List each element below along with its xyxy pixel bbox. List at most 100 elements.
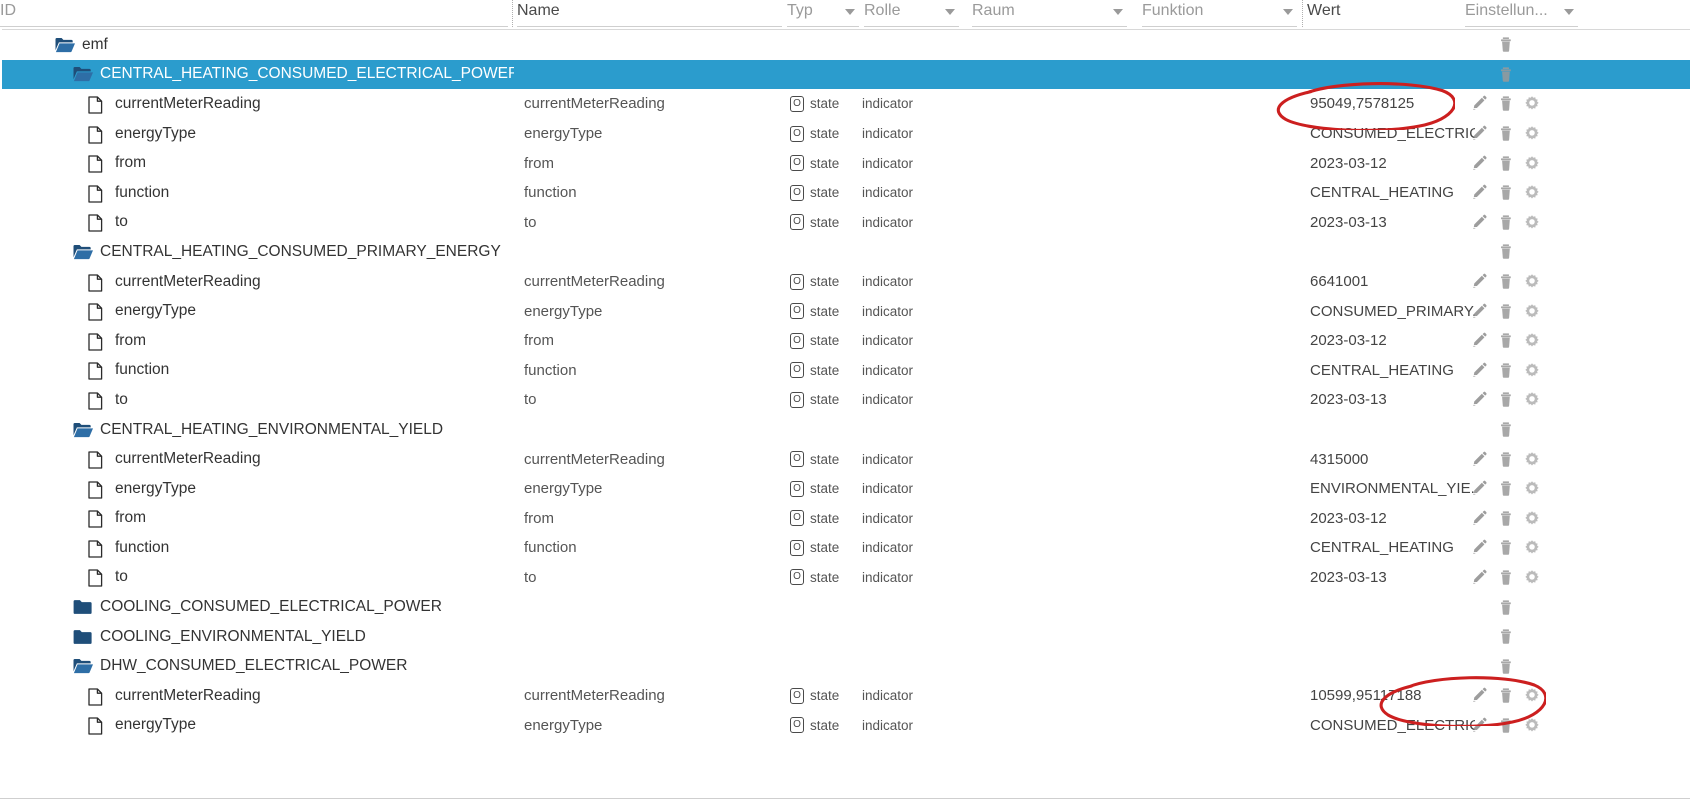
cell-id[interactable]: function (0, 178, 514, 208)
gear-icon[interactable] (1524, 510, 1540, 527)
tree-row-folder[interactable]: CENTRAL_HEATING_CONSUMED_PRIMARY_ENERGY (0, 237, 1690, 267)
gear-icon[interactable] (1524, 95, 1540, 112)
tree-row-object[interactable]: function function Ostate indicator CENTRAL_H… (0, 533, 1690, 563)
gear-icon[interactable] (1524, 303, 1540, 320)
tree-row-folder[interactable]: CENTRAL_HEATING_CONSUMED_ELECTRICAL_POWE… (0, 59, 1690, 90)
trash-icon[interactable] (1498, 480, 1514, 497)
trash-icon[interactable] (1498, 303, 1514, 320)
tree-row-object[interactable]: to to Ostate indicator 2023-03-13 (0, 385, 1690, 415)
pencil-icon[interactable] (1472, 510, 1488, 527)
cell-id[interactable]: currentMeterReading (0, 89, 514, 119)
cell-id[interactable]: from (0, 326, 514, 356)
chevron-down-icon[interactable] (1283, 9, 1293, 15)
pencil-icon[interactable] (1472, 362, 1488, 379)
cell-id[interactable]: CENTRAL_HEATING_ENVIRONMENTAL_YIELD (0, 415, 514, 445)
trash-icon[interactable] (1498, 451, 1514, 468)
pencil-icon[interactable] (1472, 391, 1488, 408)
cell-id[interactable]: function (0, 356, 514, 386)
cell-id[interactable]: function (0, 533, 514, 563)
gear-icon[interactable] (1524, 687, 1540, 704)
pencil-icon[interactable] (1472, 214, 1488, 231)
cell-id[interactable]: COOLING_CONSUMED_ELECTRICAL_POWER (0, 592, 514, 622)
chevron-down-icon[interactable] (945, 9, 955, 15)
tree-row-folder[interactable]: COOLING_CONSUMED_ELECTRICAL_POWER (0, 592, 1690, 622)
cell-id[interactable]: emf (0, 30, 514, 60)
gear-icon[interactable] (1524, 332, 1540, 349)
tree-row-folder[interactable]: DHW_CONSUMED_ELECTRICAL_POWER (0, 651, 1690, 681)
tree-row-object[interactable]: currentMeterReading currentMeterReading Os… (0, 681, 1690, 711)
tree-row-object[interactable]: from from Ostate indicator 2023-03-12 (0, 148, 1690, 178)
trash-icon[interactable] (1498, 214, 1514, 231)
trash-icon[interactable] (1498, 510, 1514, 527)
pencil-icon[interactable] (1472, 451, 1488, 468)
tree-row-object[interactable]: function function Ostate indicator CENTRAL_H… (0, 178, 1690, 208)
pencil-icon[interactable] (1472, 717, 1488, 734)
pencil-icon[interactable] (1472, 125, 1488, 142)
cell-id[interactable]: CENTRAL_HEATING_CONSUMED_PRIMARY_ENERGY (0, 237, 514, 267)
gear-icon[interactable] (1524, 451, 1540, 468)
column-filter-funktion[interactable]: Funktion (1142, 0, 1297, 27)
tree-row-object[interactable]: energyType energyType Ostate indicator CONSU… (0, 296, 1690, 326)
chevron-down-icon[interactable] (845, 9, 855, 15)
horizontal-scrollbar-track[interactable] (0, 798, 1690, 808)
trash-icon[interactable] (1498, 362, 1514, 379)
gear-icon[interactable] (1524, 184, 1540, 201)
cell-id[interactable]: to (0, 385, 514, 415)
trash-icon[interactable] (1498, 243, 1514, 260)
chevron-down-icon[interactable] (1564, 9, 1574, 15)
cell-id[interactable]: energyType (0, 474, 514, 504)
trash-icon[interactable] (1498, 125, 1514, 142)
chevron-down-icon[interactable] (1113, 9, 1123, 15)
trash-icon[interactable] (1498, 687, 1514, 704)
tree-row-object[interactable]: energyType energyType Ostate indicator CONSU… (0, 711, 1690, 741)
tree-row-object[interactable]: from from Ostate indicator 2023-03-12 (0, 326, 1690, 356)
gear-icon[interactable] (1524, 717, 1540, 734)
pencil-icon[interactable] (1472, 303, 1488, 320)
column-filter-id[interactable]: ID (0, 0, 508, 27)
trash-icon[interactable] (1498, 569, 1514, 586)
trash-icon[interactable] (1498, 658, 1514, 675)
cell-id[interactable]: from (0, 148, 514, 178)
tree-row-object[interactable]: function function Ostate indicator CENTRAL_H… (0, 356, 1690, 386)
column-filter-typ[interactable]: Typ (787, 0, 859, 27)
cell-id[interactable]: CENTRAL_HEATING_CONSUMED_ELECTRICAL_POWE… (0, 60, 514, 90)
cell-id[interactable]: energyType (0, 119, 514, 149)
cell-id[interactable]: currentMeterReading (0, 267, 514, 297)
gear-icon[interactable] (1524, 539, 1540, 556)
pencil-icon[interactable] (1472, 569, 1488, 586)
trash-icon[interactable] (1498, 717, 1514, 734)
cell-id[interactable]: from (0, 504, 514, 534)
gear-icon[interactable] (1524, 569, 1540, 586)
trash-icon[interactable] (1498, 332, 1514, 349)
trash-icon[interactable] (1498, 66, 1514, 83)
tree-row-object[interactable]: energyType energyType Ostate indicator CONSU… (0, 119, 1690, 149)
pencil-icon[interactable] (1472, 273, 1488, 290)
cell-id[interactable]: energyType (0, 296, 514, 326)
pencil-icon[interactable] (1472, 480, 1488, 497)
pencil-icon[interactable] (1472, 95, 1488, 112)
tree-row-folder[interactable]: COOLING_ENVIRONMENTAL_YIELD (0, 622, 1690, 652)
gear-icon[interactable] (1524, 391, 1540, 408)
tree-row-object[interactable]: to to Ostate indicator 2023-03-13 (0, 208, 1690, 238)
tree-row-object[interactable]: currentMeterReading currentMeterReading Os… (0, 444, 1690, 474)
pencil-icon[interactable] (1472, 184, 1488, 201)
cell-id[interactable]: currentMeterReading (0, 681, 514, 711)
pencil-icon[interactable] (1472, 332, 1488, 349)
trash-icon[interactable] (1498, 421, 1514, 438)
trash-icon[interactable] (1498, 539, 1514, 556)
tree-row-object[interactable]: currentMeterReading currentMeterReading Os… (0, 89, 1690, 119)
column-filter-raum[interactable]: Raum (972, 0, 1127, 27)
tree-row-folder[interactable]: emf (0, 30, 1690, 60)
pencil-icon[interactable] (1472, 539, 1488, 556)
gear-icon[interactable] (1524, 214, 1540, 231)
gear-icon[interactable] (1524, 480, 1540, 497)
trash-icon[interactable] (1498, 628, 1514, 645)
tree-row-object[interactable]: currentMeterReading currentMeterReading Os… (0, 267, 1690, 297)
gear-icon[interactable] (1524, 125, 1540, 142)
trash-icon[interactable] (1498, 36, 1514, 53)
tree-row-folder[interactable]: CENTRAL_HEATING_ENVIRONMENTAL_YIELD (0, 415, 1690, 445)
cell-id[interactable]: to (0, 208, 514, 238)
column-filter-wert[interactable]: Wert (1307, 0, 1457, 27)
trash-icon[interactable] (1498, 155, 1514, 172)
trash-icon[interactable] (1498, 273, 1514, 290)
